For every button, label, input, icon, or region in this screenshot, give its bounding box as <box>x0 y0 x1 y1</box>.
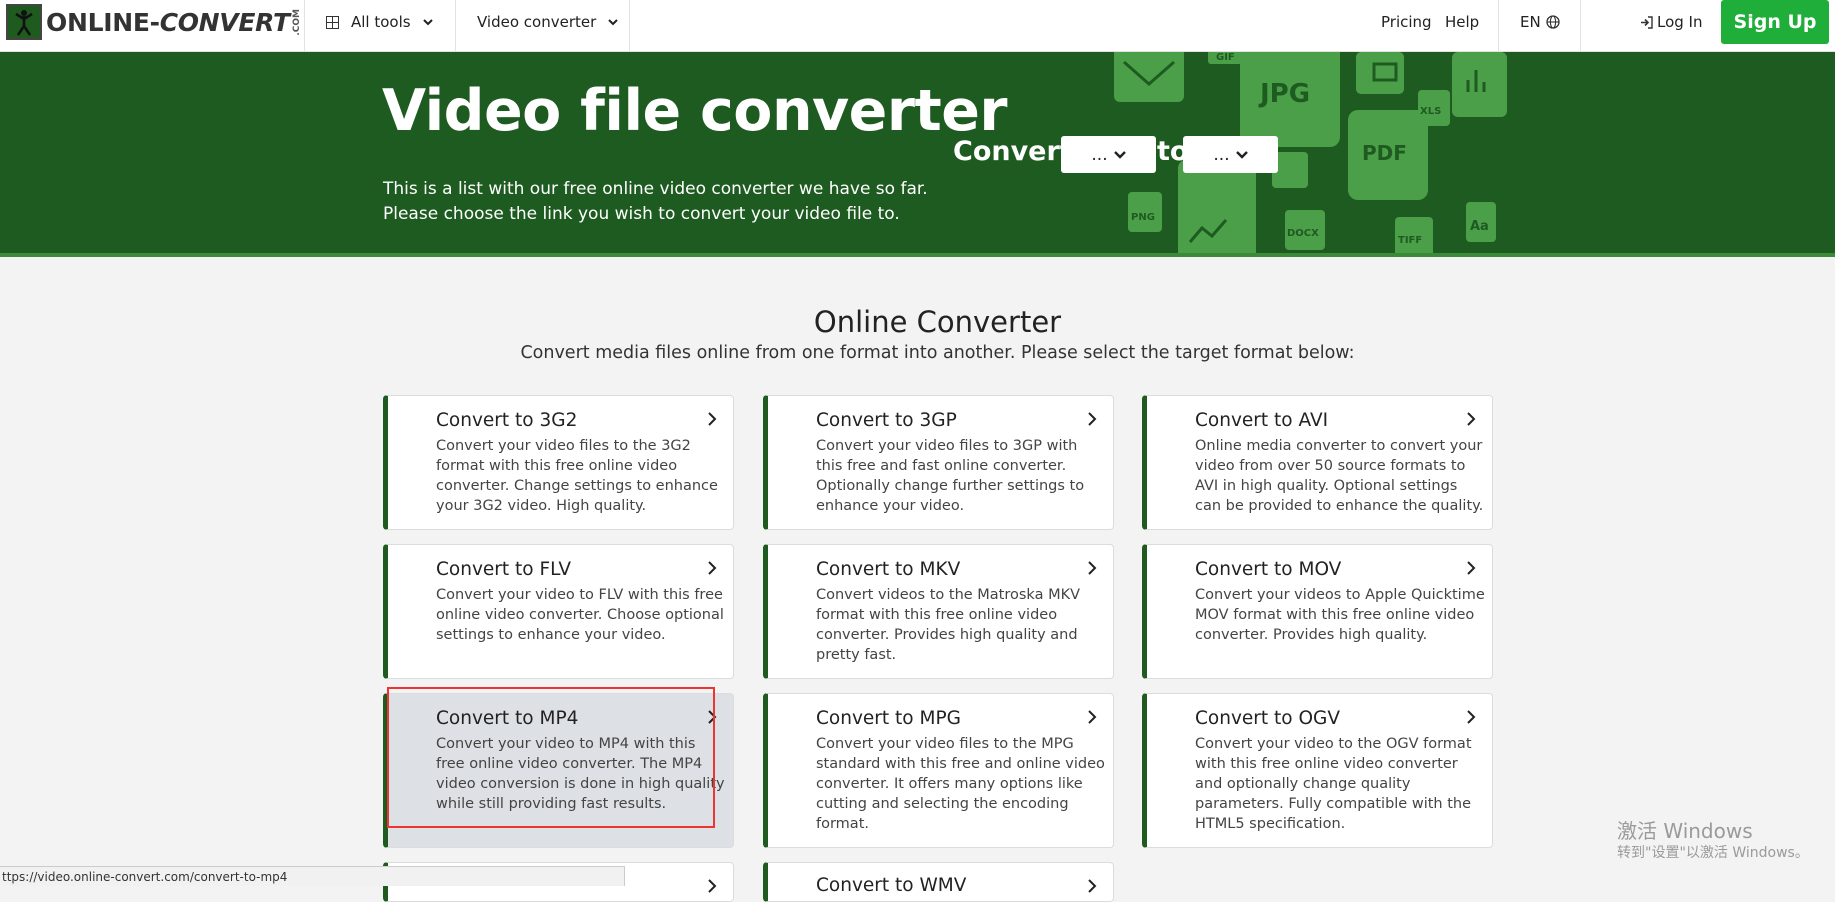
chevron-right-icon <box>1088 412 1097 426</box>
chevron-right-icon <box>1467 710 1476 724</box>
deco-label: XLS <box>1420 106 1441 117</box>
card-title: Convert to MKV <box>816 559 961 580</box>
converter-card-ogv[interactable]: Convert to OGV Convert your video to the… <box>1142 693 1493 848</box>
hero-subtitle: This is a list with our free online vide… <box>383 177 943 227</box>
language-selector[interactable]: EN <box>1520 0 1560 44</box>
chevron-down-icon <box>1113 150 1126 159</box>
chevron-down-icon <box>422 19 433 26</box>
login-label: Log In <box>1657 13 1703 31</box>
card-title: Convert to 3GP <box>816 410 957 431</box>
chevron-right-icon <box>1467 412 1476 426</box>
nav-divider <box>629 0 630 52</box>
convert-label: Convert <box>953 136 1073 167</box>
signup-button[interactable]: Sign Up <box>1721 0 1829 44</box>
page-title: Video file converter <box>382 78 1007 144</box>
converter-card-mov[interactable]: Convert to MOV Convert your videos to Ap… <box>1142 544 1493 679</box>
deco-label: Aa <box>1470 219 1489 234</box>
status-bar-url: ttps://video.online-convert.com/convert-… <box>0 866 625 886</box>
converter-card-mkv[interactable]: Convert to MKV Convert videos to the Mat… <box>763 544 1114 679</box>
card-title: Convert to OGV <box>1195 708 1341 729</box>
deco-label: DOCX <box>1287 228 1319 239</box>
hero-banner: Video file converter This is a list with… <box>0 52 1835 257</box>
chevron-right-icon <box>708 561 717 575</box>
deco-label: PNG <box>1131 212 1155 223</box>
deco-label: TIFF <box>1398 235 1422 246</box>
chevron-down-icon <box>1235 150 1248 159</box>
card-description: Convert your videos to Apple Quicktime M… <box>1195 587 1485 643</box>
login-link[interactable]: Log In <box>1640 0 1703 44</box>
converter-card-mpg[interactable]: Convert to MPG Convert your video files … <box>763 693 1114 848</box>
chevron-right-icon <box>1088 561 1097 575</box>
site-logo[interactable]: ONLINE-CONVERT .COM <box>6 4 302 40</box>
converter-card-flv[interactable]: Convert to FLV Convert your video to FLV… <box>383 544 734 679</box>
hero-bottom-stripe <box>0 253 1835 257</box>
to-format-select[interactable]: ... <box>1183 136 1278 173</box>
deco-label: JPG <box>1258 79 1310 109</box>
grid-icon <box>326 15 339 29</box>
card-description: Convert your video files to 3GP with thi… <box>816 438 1085 514</box>
card-title: Convert to MP4 <box>436 708 579 729</box>
chevron-right-icon <box>1088 879 1097 893</box>
card-description: Convert your video files to the 3G2 form… <box>436 438 718 514</box>
nav-divider <box>455 0 456 52</box>
converter-card-avi[interactable]: Convert to AVI Online media converter to… <box>1142 395 1493 530</box>
nav-divider <box>304 0 305 52</box>
section-subtitle: Convert media files online from one form… <box>520 343 1355 363</box>
globe-icon <box>1546 15 1560 29</box>
chevron-right-icon <box>708 412 717 426</box>
card-title: Convert to FLV <box>436 559 572 580</box>
card-description: Convert your video to FLV with this free… <box>436 587 724 643</box>
logo-figure-icon <box>6 4 42 40</box>
deco-label: PDF <box>1362 141 1407 165</box>
to-format-value: ... <box>1213 144 1230 165</box>
video-converter-menu[interactable]: Video converter <box>477 0 618 44</box>
converter-card-3g2[interactable]: Convert to 3G2 Convert your video files … <box>383 395 734 530</box>
help-link[interactable]: Help <box>1445 0 1479 44</box>
card-description: Convert your video files to the MPG stan… <box>816 736 1105 832</box>
all-tools-label: All tools <box>351 13 411 31</box>
hero-subtitle-line: This is a list with our free online vide… <box>383 179 928 199</box>
converter-card-mp4[interactable]: Convert to MP4 Convert your video to MP4… <box>383 693 734 848</box>
deco-label: GIF <box>1216 52 1235 63</box>
converter-card-3gp[interactable]: Convert to 3GP Convert your video files … <box>763 395 1114 530</box>
chevron-right-icon <box>708 710 717 724</box>
windows-activation-watermark: 激活 Windows <box>1617 819 1753 843</box>
video-converter-label: Video converter <box>477 13 597 31</box>
language-label: EN <box>1520 13 1541 31</box>
windows-activation-hint: 转到"设置"以激活 Windows。 <box>1617 845 1809 861</box>
hero-subtitle-line: Please choose the link you wish to conve… <box>383 204 900 224</box>
nav-divider <box>1580 0 1581 52</box>
chevron-down-icon <box>608 19 618 26</box>
pricing-link[interactable]: Pricing <box>1381 0 1432 44</box>
card-description: Convert your video to MP4 with this free… <box>436 736 725 812</box>
logo-com: .COM <box>291 8 302 36</box>
card-title: Convert to MOV <box>1195 559 1342 580</box>
section-title: Online Converter <box>813 305 1062 339</box>
card-title: Convert to MPG <box>816 708 961 729</box>
card-title: Convert to 3G2 <box>436 410 578 431</box>
nav-divider <box>1498 0 1499 52</box>
chevron-right-icon <box>1467 561 1476 575</box>
card-title: Convert to AVI <box>1195 410 1329 431</box>
chevron-right-icon <box>708 879 717 893</box>
card-description: Convert videos to the Matroska MKV forma… <box>816 587 1081 663</box>
card-description: Online media converter to convert your v… <box>1195 438 1484 514</box>
login-icon <box>1641 15 1653 29</box>
converter-card-wmv[interactable]: Convert to WMV <box>763 862 1114 902</box>
from-format-value: ... <box>1091 144 1108 165</box>
chevron-right-icon <box>1088 710 1097 724</box>
all-tools-menu[interactable]: All tools <box>326 0 433 44</box>
logo-text: ONLINE-CONVERT <box>46 7 290 37</box>
card-description: Convert your video to the OGV format wit… <box>1195 736 1472 832</box>
from-format-select[interactable]: ... <box>1061 136 1156 173</box>
top-navbar: ONLINE-CONVERT .COM All tools Video conv… <box>0 0 1835 52</box>
